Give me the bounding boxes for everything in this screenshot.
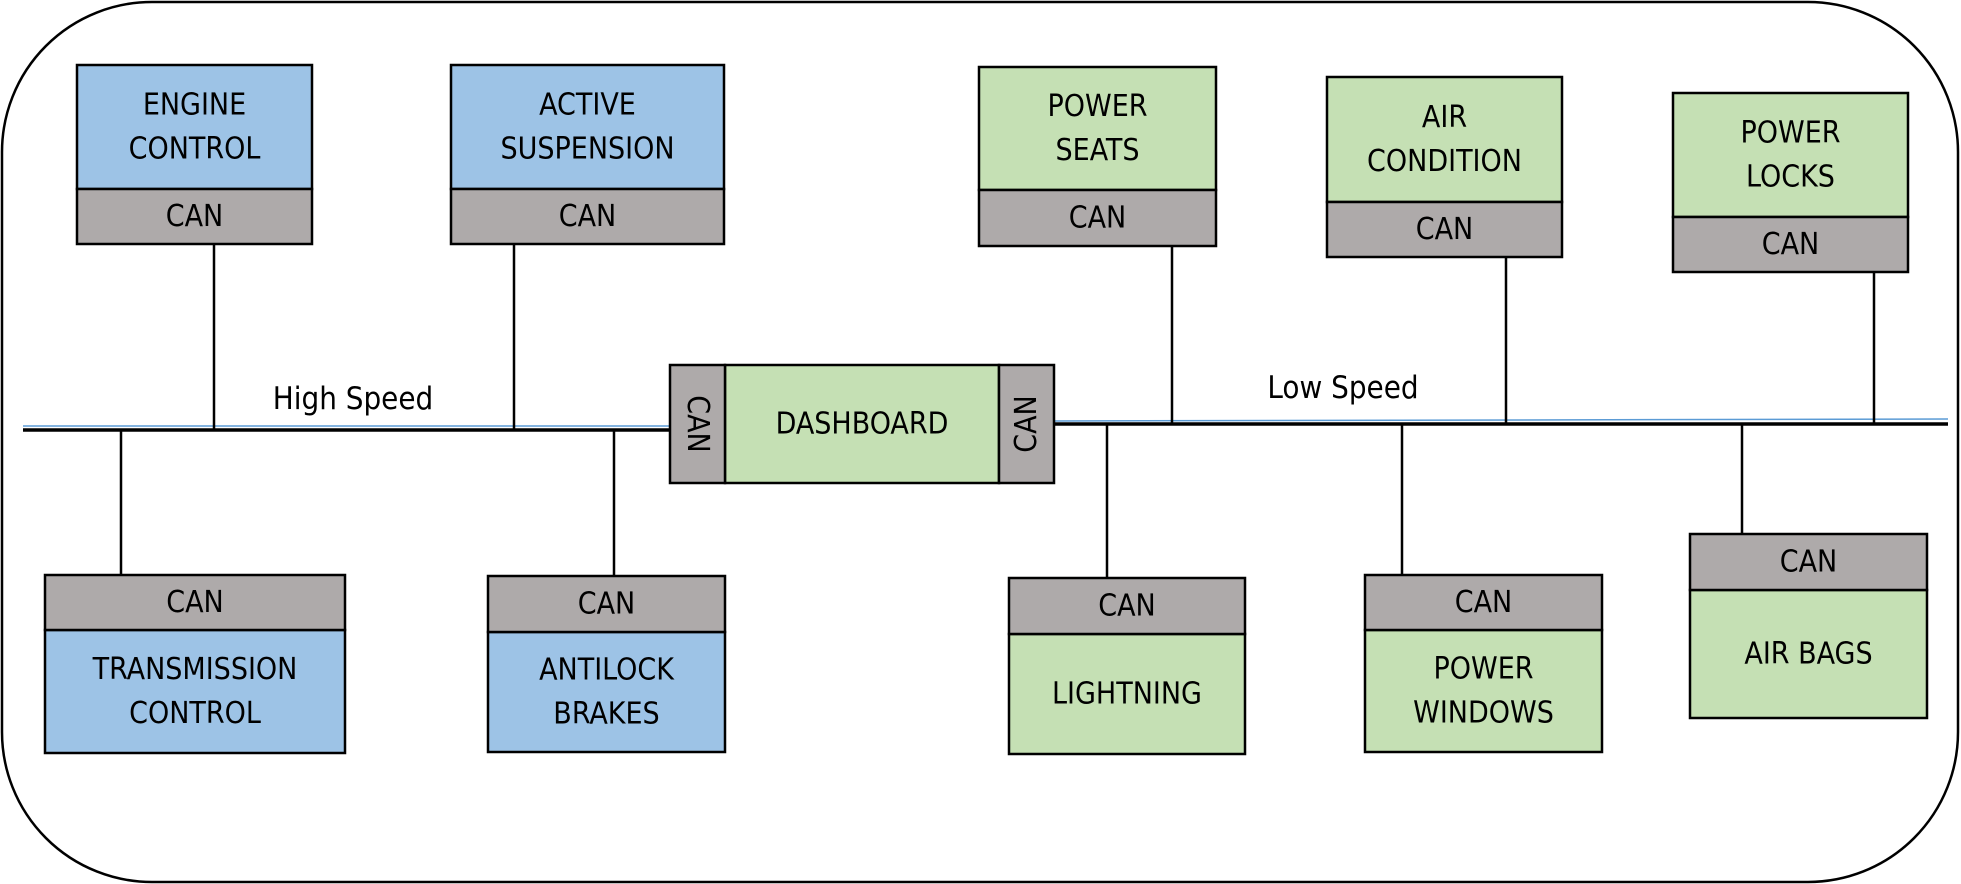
air-bags-node[interactable]: CAN AIR BAGS — [1688, 532, 1929, 720]
power-locks-node[interactable]: CAN POWER LOCKS — [1671, 91, 1910, 274]
lightning-label-line: LIGHTNING — [1052, 677, 1202, 712]
active-suspension-label-line: SUSPENSION — [500, 132, 674, 167]
transmission-control-node[interactable]: CAN TRANSMISSION CONTROL — [43, 573, 347, 755]
air-condition-can-label: CAN — [1416, 212, 1474, 247]
low-speed-label: Low Speed — [1267, 370, 1418, 406]
power-locks-body[interactable] — [1671, 91, 1910, 219]
transmission-control-label-line: CONTROL — [129, 696, 261, 731]
lightning-can-label: CAN — [1098, 589, 1156, 624]
engine-control-can-label: CAN — [166, 199, 224, 234]
power-windows-label-line: POWER — [1433, 652, 1533, 687]
power-seats-label-line: SEATS — [1056, 133, 1140, 168]
engine-control-node[interactable]: CAN ENGINE CONTROL — [75, 63, 314, 246]
power-windows-body[interactable] — [1363, 628, 1604, 754]
dashboard-can-right-label: CAN — [1009, 395, 1044, 453]
power-windows-node[interactable]: CAN POWER WINDOWS — [1363, 573, 1604, 754]
engine-control-label-line: ENGINE — [143, 88, 246, 123]
air-condition-node[interactable]: CAN AIR CONDITION — [1325, 75, 1564, 259]
transmission-control-label-line: TRANSMISSION — [92, 652, 298, 687]
power-locks-can-label: CAN — [1762, 227, 1820, 262]
lightning-node[interactable]: CAN LIGHTNING — [1007, 576, 1247, 756]
air-condition-label-line: CONDITION — [1367, 144, 1522, 179]
antilock-brakes-label-line: BRAKES — [553, 697, 659, 732]
power-seats-label-line: POWER — [1047, 89, 1147, 124]
transmission-control-can-label: CAN — [166, 585, 224, 620]
power-locks-label-line: LOCKS — [1746, 160, 1835, 195]
active-suspension-body[interactable] — [449, 63, 726, 191]
power-locks-label-line: POWER — [1740, 116, 1840, 151]
antilock-brakes-body[interactable] — [486, 630, 727, 754]
power-windows-label-line: WINDOWS — [1413, 696, 1554, 731]
dashboard-gateway[interactable]: DASHBOARD CAN CAN — [668, 363, 1056, 485]
air-bags-can-label: CAN — [1780, 545, 1838, 580]
dashboard-can-left-label: CAN — [680, 395, 715, 453]
air-condition-body[interactable] — [1325, 75, 1564, 204]
engine-control-label-line: CONTROL — [129, 132, 261, 167]
air-condition-label-line: AIR — [1422, 100, 1467, 135]
transmission-control-body[interactable] — [43, 628, 347, 755]
dashboard-label: DASHBOARD — [776, 407, 949, 442]
antilock-brakes-label-line: ANTILOCK — [539, 653, 675, 688]
antilock-brakes-can-label: CAN — [578, 587, 636, 622]
active-suspension-can-label: CAN — [559, 199, 617, 234]
can-bus-diagram: High Speed Low Speed CANENGINECONTROLCAN… — [0, 0, 1960, 884]
active-suspension-node[interactable]: CAN ACTIVE SUSPENSION — [449, 63, 726, 246]
engine-control-body[interactable] — [75, 63, 314, 191]
power-seats-can-label: CAN — [1069, 201, 1127, 236]
air-bags-label-line: AIR BAGS — [1744, 637, 1872, 672]
antilock-brakes-node[interactable]: CAN ANTILOCK BRAKES — [486, 574, 727, 754]
power-seats-node[interactable]: CAN POWER SEATS — [977, 65, 1218, 248]
power-windows-can-label: CAN — [1455, 585, 1513, 620]
active-suspension-label-line: ACTIVE — [539, 88, 636, 123]
high-speed-label: High Speed — [273, 381, 433, 417]
power-seats-body[interactable] — [977, 65, 1218, 192]
